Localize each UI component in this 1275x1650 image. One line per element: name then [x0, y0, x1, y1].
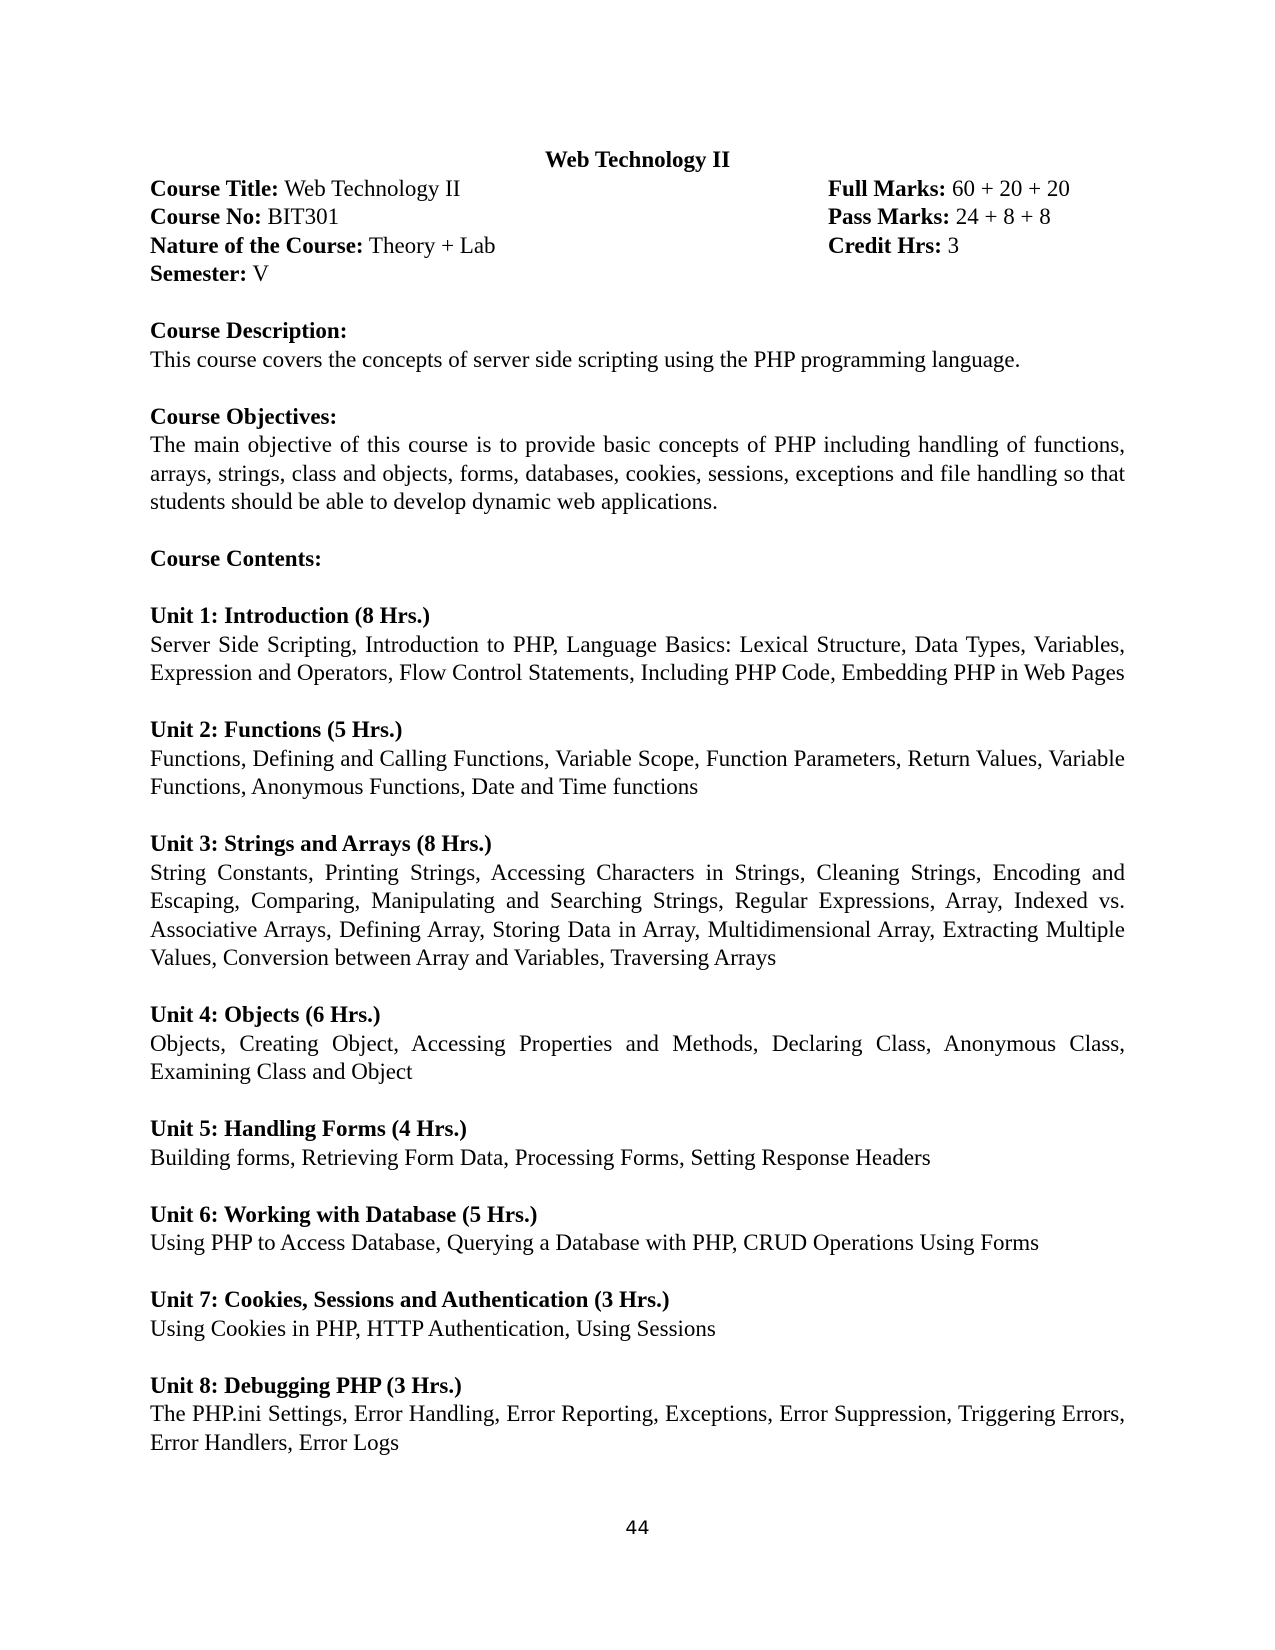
course-nature-field: Nature of the Course: Theory + Lab — [150, 232, 828, 261]
document-title: Web Technology II — [544, 147, 731, 172]
unit-item: Unit 1: Introduction (8 Hrs.) Server Sid… — [150, 602, 1125, 688]
unit-heading: Unit 4: Objects (6 Hrs.) — [150, 1002, 381, 1027]
field-label: Course Title: — [150, 175, 279, 201]
field-label: Credit Hrs: — [828, 232, 942, 258]
course-objectives-section: Course Objectives: The main objective of… — [150, 403, 1125, 517]
unit-heading: Unit 8: Debugging PHP (3 Hrs.) — [150, 1372, 462, 1398]
credit-hours-field: Credit Hrs: 3 — [828, 232, 1125, 261]
field-label: Full Marks: — [828, 175, 947, 201]
unit-body: Using PHP to Access Database, Querying a… — [150, 1230, 1040, 1255]
unit-heading: Unit 6: Working with Database (5 Hrs.) — [150, 1201, 538, 1227]
field-value: Web Technology II — [284, 175, 461, 201]
course-info-header: Course Title: Web Technology II Course N… — [150, 175, 1125, 289]
unit-heading: Unit 1: Introduction (8 Hrs.) — [150, 603, 431, 628]
unit-body: Objects, Creating Object, Accessing Prop… — [150, 1030, 1125, 1085]
course-info-right: Full Marks: 60 + 20 + 20 Pass Marks: 24 … — [828, 175, 1125, 289]
field-value: 3 — [947, 232, 960, 258]
course-no-field: Course No: BIT301 — [150, 203, 828, 232]
unit-body: String Constants, Printing Strings, Acce… — [150, 859, 1125, 971]
course-contents-section: Course Contents: Unit 1: Introduction (8… — [150, 545, 1125, 1457]
unit-heading: Unit 5: Handling Forms (4 Hrs.) — [150, 1116, 467, 1141]
section-body: The main objective of this course is to … — [150, 432, 1125, 514]
field-label: Semester: — [150, 261, 248, 286]
section-heading: Course Contents: — [150, 546, 322, 571]
unit-list: Unit 1: Introduction (8 Hrs.) Server Sid… — [150, 602, 1125, 1457]
field-value: 24 + 8 + 8 — [955, 204, 1051, 229]
unit-body: Building forms, Retrieving Form Data, Pr… — [150, 1144, 931, 1170]
unit-body: Server Side Scripting, Introduction to P… — [150, 631, 1125, 686]
full-marks-field: Full Marks: 60 + 20 + 20 — [828, 175, 1125, 204]
unit-body: Using Cookies in PHP, HTTP Authenticatio… — [150, 1315, 716, 1341]
field-label: Course No: — [150, 204, 262, 229]
section-body: This course covers the concepts of serve… — [150, 346, 1021, 372]
unit-item: Unit 6: Working with Database (5 Hrs.) U… — [150, 1201, 1125, 1258]
course-title-field: Course Title: Web Technology II — [150, 175, 828, 204]
unit-item: Unit 8: Debugging PHP (3 Hrs.) The PHP.i… — [150, 1372, 1125, 1458]
unit-item: Unit 7: Cookies, Sessions and Authentica… — [150, 1286, 1125, 1343]
unit-item: Unit 4: Objects (6 Hrs.) Objects, Creati… — [150, 1001, 1125, 1087]
unit-item: Unit 2: Functions (5 Hrs.) Functions, De… — [150, 716, 1125, 802]
section-heading: Course Objectives: — [150, 403, 338, 429]
course-description-section: Course Description: This course covers t… — [150, 317, 1125, 374]
unit-heading: Unit 3: Strings and Arrays (8 Hrs.) — [150, 831, 492, 856]
field-value: Theory + Lab — [368, 232, 496, 258]
field-label: Pass Marks: — [828, 204, 951, 229]
unit-body: The PHP.ini Settings, Error Handling, Er… — [150, 1401, 1125, 1455]
section-heading: Course Description: — [150, 318, 348, 343]
unit-heading: Unit 2: Functions (5 Hrs.) — [150, 717, 403, 742]
unit-heading: Unit 7: Cookies, Sessions and Authentica… — [150, 1287, 670, 1312]
field-value: BIT301 — [267, 204, 340, 229]
unit-item: Unit 3: Strings and Arrays (8 Hrs.) Stri… — [150, 830, 1125, 973]
course-info-left: Course Title: Web Technology II Course N… — [150, 175, 828, 289]
unit-body: Functions, Defining and Calling Function… — [150, 745, 1125, 800]
unit-item: Unit 5: Handling Forms (4 Hrs.) Building… — [150, 1115, 1125, 1172]
field-value: V — [252, 261, 270, 286]
pass-marks-field: Pass Marks: 24 + 8 + 8 — [828, 203, 1125, 232]
semester-field: Semester: V — [150, 260, 828, 289]
field-label: Nature of the Course: — [150, 232, 364, 258]
page-number: 44 — [625, 1517, 650, 1539]
page-content: Web Technology II Course Title: Web Tech… — [150, 146, 1125, 1457]
field-value: 60 + 20 + 20 — [951, 175, 1070, 201]
